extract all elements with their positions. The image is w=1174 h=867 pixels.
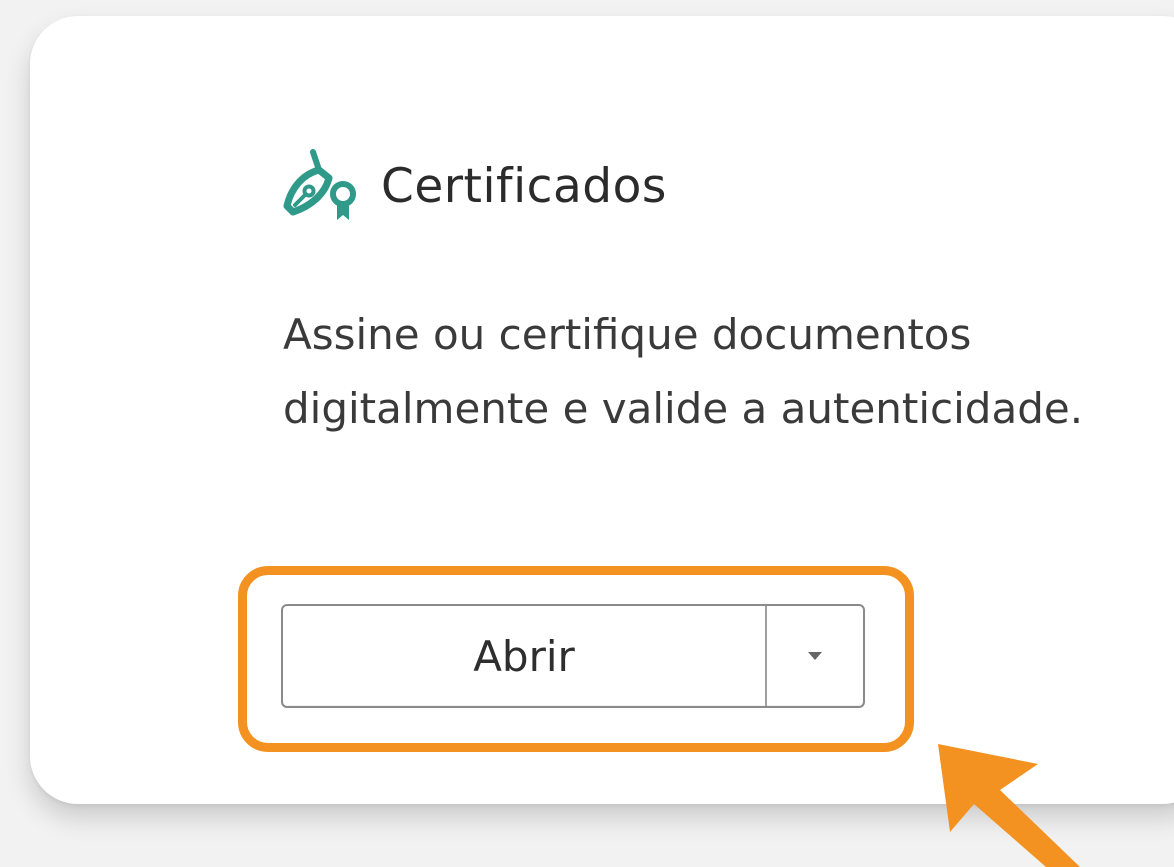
card-header: Certificados — [283, 148, 667, 224]
card-description: Assine ou certifique documentos digitalm… — [283, 310, 1084, 433]
pointer-arrow-icon — [938, 744, 1080, 867]
open-dropdown-button[interactable] — [767, 606, 863, 706]
card-title: Certificados — [381, 158, 667, 214]
certificate-pen-icon — [283, 149, 356, 220]
chevron-down-icon — [808, 652, 822, 660]
open-button[interactable]: Abrir — [283, 606, 765, 706]
screen: Certificados Assine ou certifique docume… — [0, 0, 1174, 867]
open-split-button: Abrir — [281, 604, 865, 708]
